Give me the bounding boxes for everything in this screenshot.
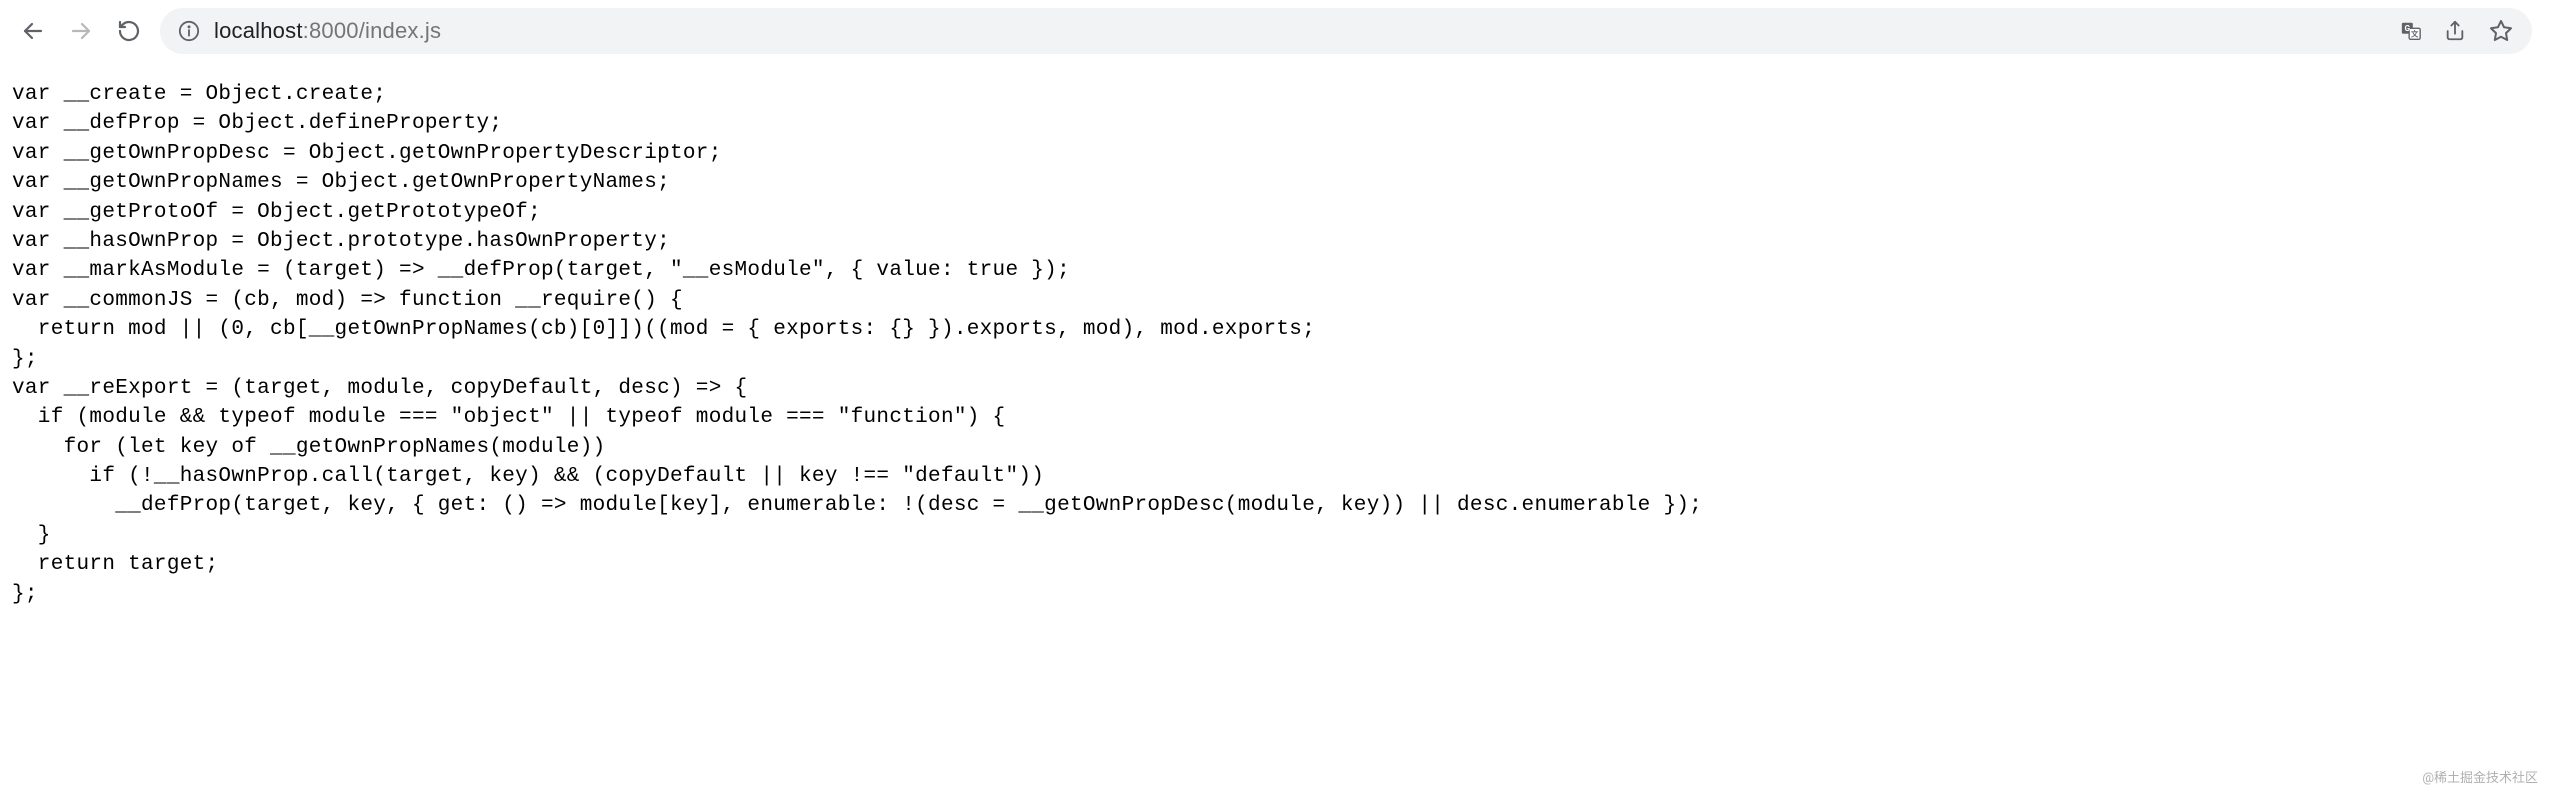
watermark: @稀土掘金技术社区	[2422, 767, 2538, 786]
svg-text:G: G	[2405, 24, 2411, 34]
site-info-icon[interactable]	[178, 20, 200, 42]
address-bar-actions: G 文	[2400, 18, 2514, 44]
forward-button[interactable]	[68, 18, 94, 44]
url-text: localhost:8000/index.js	[214, 18, 441, 44]
content-area: var __create = Object.create; var __defP…	[0, 62, 2552, 627]
nav-buttons	[20, 18, 142, 44]
share-icon[interactable]	[2442, 18, 2468, 44]
url-port-path: :8000/index.js	[303, 18, 442, 43]
url-host: localhost	[214, 18, 303, 43]
reload-button[interactable]	[116, 18, 142, 44]
svg-text:文: 文	[2410, 30, 2419, 39]
address-bar[interactable]: localhost:8000/index.js G 文	[160, 8, 2532, 54]
source-code: var __create = Object.create; var __defP…	[12, 80, 2540, 609]
translate-icon[interactable]: G 文	[2400, 20, 2422, 42]
browser-toolbar: localhost:8000/index.js G 文	[0, 0, 2552, 62]
back-button[interactable]	[20, 18, 46, 44]
bookmark-star-icon[interactable]	[2488, 18, 2514, 44]
